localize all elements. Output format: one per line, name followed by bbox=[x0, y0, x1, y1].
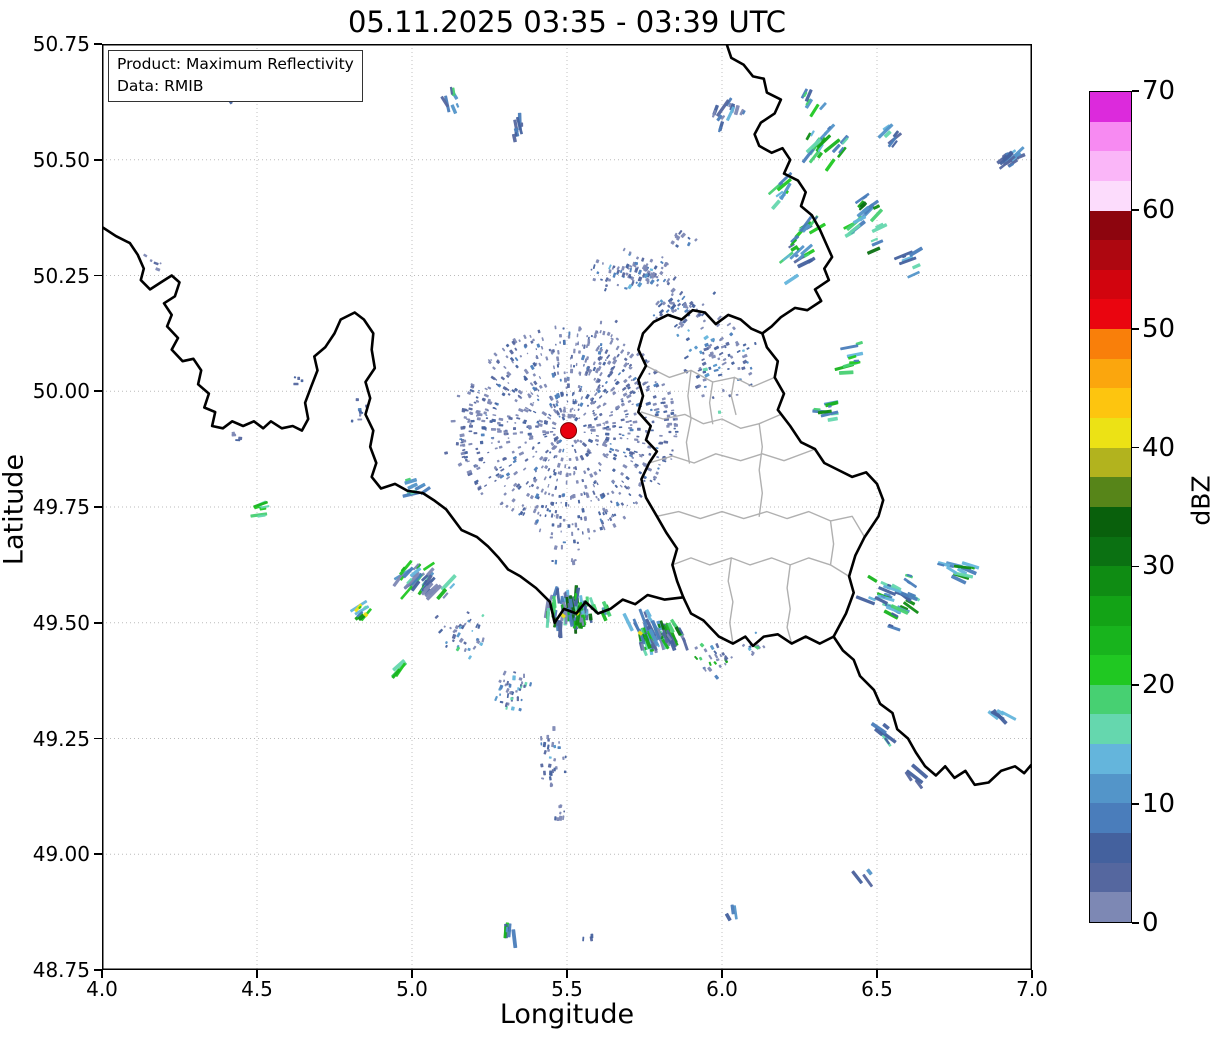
y-tickmark bbox=[94, 43, 102, 45]
y-ticklabel: 49.25 bbox=[0, 728, 90, 750]
y-tickmark bbox=[94, 969, 102, 971]
x-ticklabel: 4.5 bbox=[222, 977, 292, 1001]
colorbar-segment bbox=[1090, 359, 1131, 389]
x-ticklabel: 7.0 bbox=[997, 977, 1067, 1001]
colorbar bbox=[1089, 91, 1132, 923]
colorbar-tickmark bbox=[1132, 328, 1139, 330]
colorbar-segment bbox=[1090, 833, 1131, 863]
colorbar-segment bbox=[1090, 151, 1131, 181]
y-tickmark bbox=[94, 275, 102, 277]
colorbar-segment bbox=[1090, 507, 1131, 537]
colorbar-segment bbox=[1090, 388, 1131, 418]
y-ticklabel: 50.00 bbox=[0, 380, 90, 402]
colorbar-segment bbox=[1090, 685, 1131, 715]
product-annotation-box: Product: Maximum Reflectivity Data: RMIB bbox=[108, 50, 363, 102]
colorbar-segment bbox=[1090, 626, 1131, 656]
colorbar-segment bbox=[1090, 655, 1131, 685]
y-ticklabel: 49.50 bbox=[0, 612, 90, 634]
colorbar-segment bbox=[1090, 744, 1131, 774]
colorbar-ticklabel: 20 bbox=[1142, 670, 1202, 700]
x-axis-label: Longitude bbox=[102, 999, 1032, 1030]
y-axis-label: Latitude bbox=[0, 410, 30, 610]
colorbar-segment bbox=[1090, 803, 1131, 833]
y-tickmark bbox=[94, 506, 102, 508]
y-tickmark bbox=[94, 390, 102, 392]
colorbar-segment bbox=[1090, 92, 1131, 122]
colorbar-segment bbox=[1090, 863, 1131, 893]
colorbar-segment bbox=[1090, 566, 1131, 596]
colorbar-tickmark bbox=[1132, 209, 1139, 211]
colorbar-segment bbox=[1090, 299, 1131, 329]
y-ticklabel: 50.75 bbox=[0, 33, 90, 55]
colorbar-segment bbox=[1090, 181, 1131, 211]
colorbar-segment bbox=[1090, 211, 1131, 241]
y-tickmark bbox=[94, 622, 102, 624]
colorbar-segment bbox=[1090, 477, 1131, 507]
map-plot-area: Product: Maximum Reflectivity Data: RMIB bbox=[102, 44, 1032, 970]
colorbar-segment bbox=[1090, 270, 1131, 300]
colorbar-tickmark bbox=[1132, 447, 1139, 449]
colorbar-tickmark bbox=[1132, 922, 1139, 924]
x-ticklabel: 5.5 bbox=[532, 977, 602, 1001]
y-tickmark bbox=[94, 853, 102, 855]
colorbar-ticklabel: 50 bbox=[1142, 314, 1202, 344]
colorbar-ticklabel: 60 bbox=[1142, 195, 1202, 225]
colorbar-segment bbox=[1090, 240, 1131, 270]
data-source-line: Data: RMIB bbox=[117, 76, 354, 98]
x-ticklabel: 6.0 bbox=[687, 977, 757, 1001]
x-ticklabel: 5.0 bbox=[377, 977, 447, 1001]
y-tickmark bbox=[94, 159, 102, 161]
colorbar-ticklabel: 0 bbox=[1142, 908, 1202, 938]
colorbar-segment bbox=[1090, 774, 1131, 804]
chart-title: 05.11.2025 03:35 - 03:39 UTC bbox=[102, 5, 1032, 39]
radar-map-canvas bbox=[102, 44, 1032, 970]
colorbar-tickmark bbox=[1132, 684, 1139, 686]
colorbar-segment bbox=[1090, 537, 1131, 567]
colorbar-tickmark bbox=[1132, 90, 1139, 92]
radar-figure: 05.11.2025 03:35 - 03:39 UTC Product: Ma… bbox=[0, 0, 1219, 1040]
colorbar-segment bbox=[1090, 596, 1131, 626]
colorbar-ticklabel: 70 bbox=[1142, 76, 1202, 106]
colorbar-segment bbox=[1090, 329, 1131, 359]
colorbar-segment bbox=[1090, 448, 1131, 478]
colorbar-ticklabel: 30 bbox=[1142, 551, 1202, 581]
y-ticklabel: 50.50 bbox=[0, 149, 90, 171]
colorbar-unit-label: dBZ bbox=[1187, 461, 1216, 541]
product-line: Product: Maximum Reflectivity bbox=[117, 54, 354, 76]
colorbar-segment bbox=[1090, 418, 1131, 448]
colorbar-segment bbox=[1090, 122, 1131, 152]
y-tickmark bbox=[94, 738, 102, 740]
y-ticklabel: 48.75 bbox=[0, 959, 90, 981]
colorbar-segment bbox=[1090, 892, 1131, 922]
colorbar-segment bbox=[1090, 714, 1131, 744]
colorbar-tickmark bbox=[1132, 803, 1139, 805]
x-ticklabel: 6.5 bbox=[842, 977, 912, 1001]
colorbar-ticklabel: 10 bbox=[1142, 789, 1202, 819]
colorbar-tickmark bbox=[1132, 566, 1139, 568]
y-ticklabel: 49.00 bbox=[0, 843, 90, 865]
y-ticklabel: 50.25 bbox=[0, 265, 90, 287]
colorbar-ticklabel: 40 bbox=[1142, 433, 1202, 463]
